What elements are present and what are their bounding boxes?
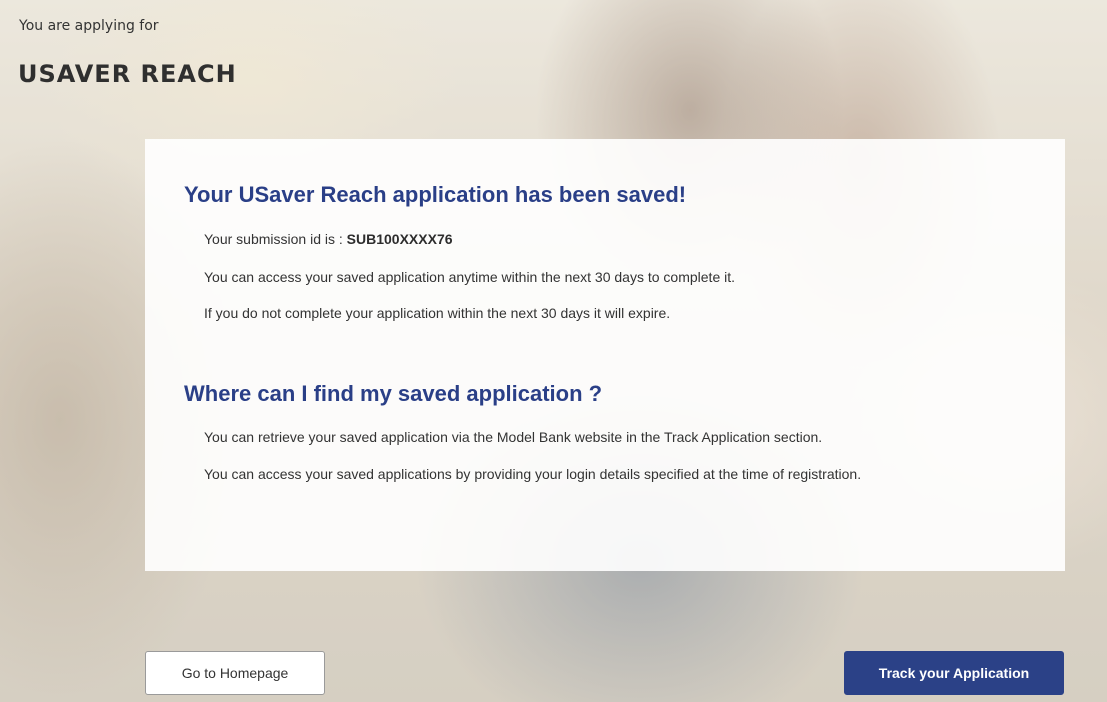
submission-id-line: Your submission id is : SUB100XXXX76 [204, 231, 453, 247]
submission-id-prefix: Your submission id is : [204, 231, 347, 247]
submission-id-value: SUB100XXXX76 [346, 231, 453, 247]
product-title: USAVER REACH [18, 60, 237, 88]
login-note: You can access your saved applications b… [204, 466, 862, 482]
confirmation-card: Your USaver Reach application has been s… [145, 139, 1065, 571]
track-application-button[interactable]: Track your Application [844, 651, 1064, 695]
applying-for-label: You are applying for [19, 18, 159, 34]
expire-note: If you do not complete your application … [204, 305, 671, 321]
go-to-homepage-button[interactable]: Go to Homepage [145, 651, 325, 695]
access-note: You can access your saved application an… [204, 269, 736, 285]
saved-heading: Your USaver Reach application has been s… [184, 182, 687, 207]
retrieve-note: You can retrieve your saved application … [204, 429, 823, 445]
where-heading: Where can I find my saved application ? [184, 381, 603, 406]
